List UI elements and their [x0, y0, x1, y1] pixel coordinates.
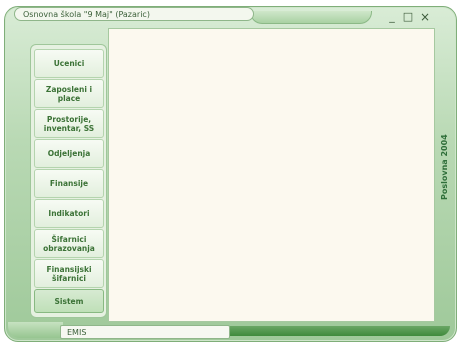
sidebar-item-ucenici[interactable]: Ucenici: [34, 49, 104, 78]
sidebar-item-prostorije[interactable]: Prostorije, inventar, SS: [34, 109, 104, 138]
sidebar-item-finansije[interactable]: Finansije: [34, 169, 104, 198]
title-bar-decoration: [250, 11, 372, 24]
status-bar-text: EMIS: [60, 325, 230, 339]
sidebar-item-sistem[interactable]: Sistem: [34, 289, 104, 313]
sidebar-item-sifarnici-obrazovanja[interactable]: Šifarnici obrazovanja: [34, 229, 104, 258]
sidebar-item-indikatori[interactable]: Indikatori: [34, 199, 104, 228]
sidebar: Ucenici Zaposleni i place Prostorije, in…: [30, 44, 107, 318]
side-brand-text: Poslovna 2004: [440, 134, 449, 200]
window-title: Osnovna škola "9 Maj" (Pazaric): [14, 7, 254, 21]
main-content-pane: [108, 28, 435, 322]
maximize-icon[interactable]: □: [401, 10, 415, 24]
sidebar-item-odjeljenja[interactable]: Odjeljenja: [34, 139, 104, 168]
close-icon[interactable]: ×: [418, 10, 432, 24]
side-brand-label: Poslovna 2004: [440, 134, 450, 210]
status-bar-decoration-right: [225, 326, 450, 336]
status-bar-decoration-left: [8, 322, 63, 338]
sidebar-item-finansijski-sifarnici[interactable]: Finansijski šifarnici: [34, 259, 104, 288]
minimize-icon[interactable]: _: [385, 10, 399, 24]
sidebar-item-zaposleni[interactable]: Zaposleni i place: [34, 79, 104, 108]
